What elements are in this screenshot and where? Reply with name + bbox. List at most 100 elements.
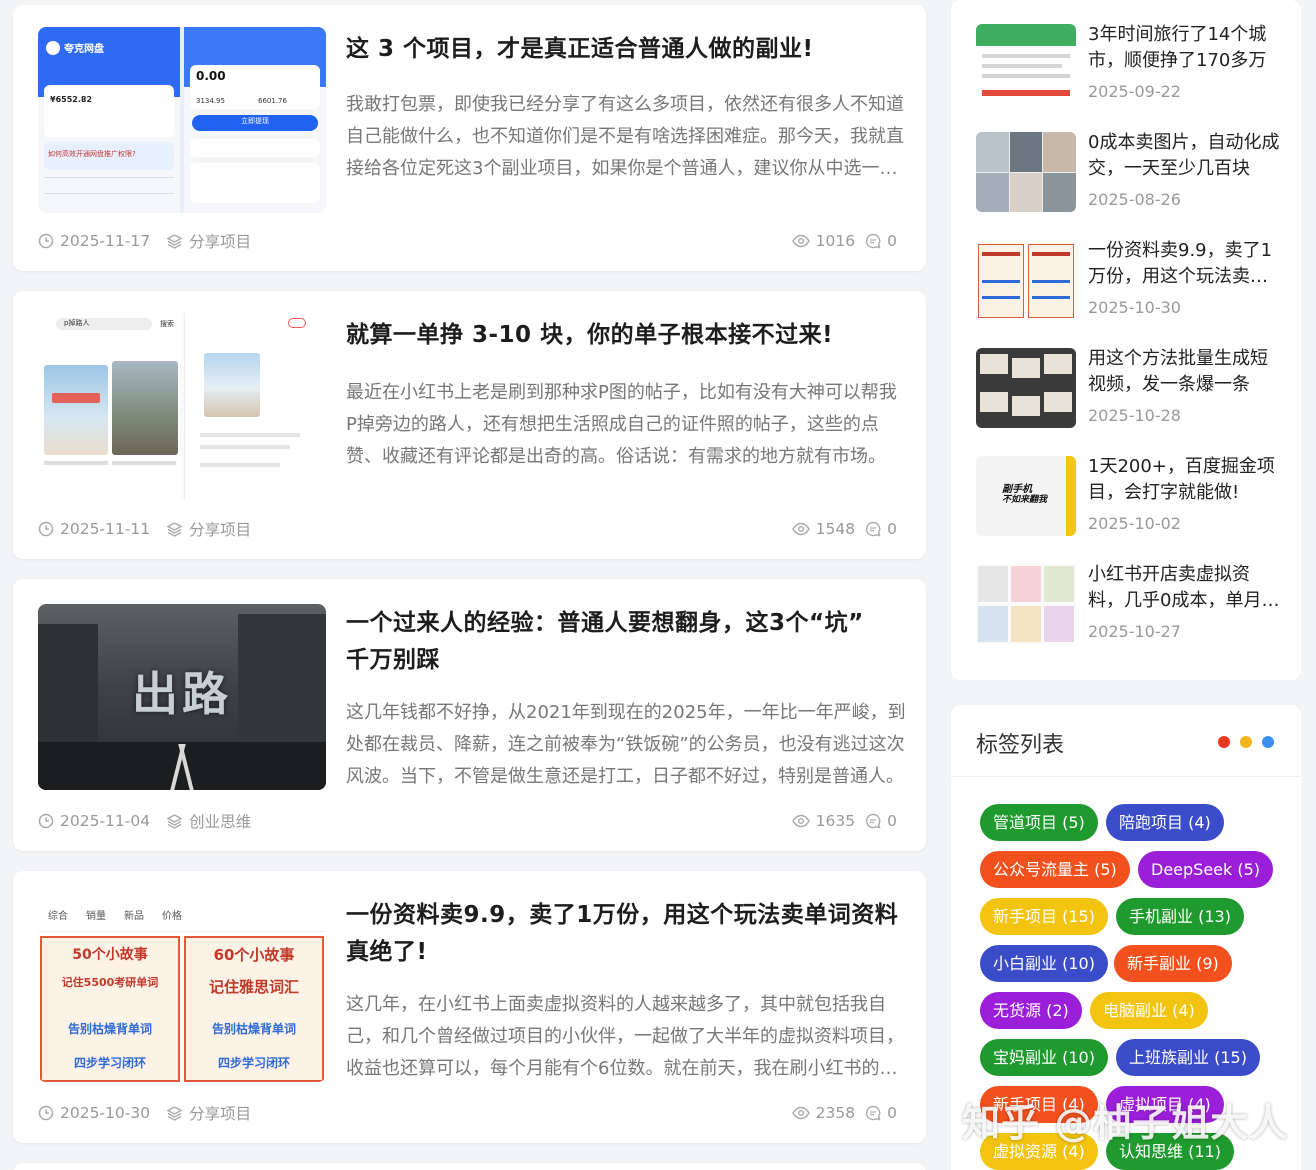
comment-icon [866, 521, 881, 537]
tag-pill[interactable]: 宝妈副业 (10) [980, 1039, 1108, 1076]
article-card[interactable]: 综合 销量 新品 价格 50个小故事 记住5500考研单词 告别枯燥背单词 四步… [13, 871, 926, 1143]
view-count: 1635 [815, 812, 856, 830]
tag-pill[interactable]: 手机副业 (13) [1116, 898, 1244, 935]
tag-pill[interactable]: 新手副业 (9) [1114, 945, 1232, 982]
thumb-tab: 价格 [162, 911, 182, 922]
dot-yellow [1240, 736, 1252, 748]
article-date: 2025-10-30 [60, 1104, 151, 1122]
sidebar-post-thumbnail[interactable] [976, 132, 1076, 212]
article-excerpt: 我敢打包票，即使我已经分享了有这么多项目，依然还有很多人不知道自己能做什么，也不… [346, 94, 904, 179]
article-meta: 2025-11-04 创业思维 1635 0 [38, 809, 901, 833]
sidebar-post[interactable]: 用这个方法批量生成短视频，发一条爆一条 2025-10-28 [976, 348, 1281, 430]
sidebar-post[interactable]: 副手机 不如来翻我 1天200+，百度掘金项目，会打字就能做! 2025-10-… [976, 456, 1281, 538]
layers-icon [166, 814, 183, 829]
article-title[interactable]: 一个过来人的经验：普通人要想翻身，这3个“坑” 千万别踩 [346, 605, 886, 679]
sidebar-post[interactable]: 小红书开店卖虚拟资料，几乎0成本，单月变现 2025-10-27 [976, 564, 1281, 646]
tag-pill[interactable]: 小白副业 (10) [980, 945, 1108, 982]
sidebar-post-date: 2025-09-22 [1088, 82, 1181, 101]
article-category[interactable]: 创业思维 [189, 810, 251, 832]
article-title[interactable]: 就算一单挣 3-10 块，你的单子根本接不过来! [346, 317, 906, 354]
thumb-line: 记住雅思词汇 [208, 978, 299, 996]
tag-pill[interactable]: DeepSeek (5) [1138, 851, 1274, 888]
sidebar-post-title[interactable]: 3年时间旅行了14个城市，顺便挣了170多万 [1088, 22, 1281, 74]
article-card[interactable] [13, 1163, 926, 1170]
thumb-banner: 如何高效开通网盘推广权限? [48, 150, 136, 158]
thumb-amount: ¥6552.82 [50, 95, 93, 104]
clock-icon [38, 521, 54, 537]
tag-pill[interactable]: 上班族副业 (15) [1116, 1039, 1260, 1076]
tag-pill[interactable]: 无货源 (2) [980, 992, 1082, 1029]
sidebar-post-date: 2025-10-27 [1088, 622, 1181, 641]
thumb-line: 60个小故事 [213, 946, 295, 964]
eye-icon [791, 814, 810, 828]
article-title[interactable]: 这 3 个项目，才是真正适合普通人做的副业! [346, 31, 906, 68]
thumb-line: 记住5500考研单词 [61, 976, 159, 989]
thumb-tab: 新品 [124, 911, 144, 922]
thumb-overlay-text: 出路 [132, 667, 232, 721]
article-card[interactable]: 夸克网盘 ¥6552.82 如何高效开通网盘推广权限? 0.00 3134.95… [13, 5, 926, 271]
comment-count: 0 [887, 812, 897, 830]
sidebar-post-thumbnail[interactable]: 副手机 不如来翻我 [976, 456, 1076, 536]
app-name: 夸克网盘 [64, 44, 104, 55]
layers-icon [166, 1106, 183, 1121]
sidebar-post-date: 2025-10-28 [1088, 406, 1181, 425]
sidebar-post-title[interactable]: 小红书开店卖虚拟资料，几乎0成本，单月变现 [1088, 562, 1281, 614]
tag-pill[interactable]: 管道项目 (5) [980, 804, 1098, 841]
sidebar-post-date: 2025-10-02 [1088, 514, 1181, 533]
clock-icon [38, 1105, 54, 1121]
view-count: 1016 [815, 232, 856, 250]
sidebar-post-date: 2025-08-26 [1088, 190, 1181, 209]
article-date: 2025-11-11 [60, 520, 151, 538]
sidebar-post-title[interactable]: 用这个方法批量生成短视频，发一条爆一条 [1088, 346, 1281, 398]
layers-icon [166, 522, 183, 537]
article-card[interactable]: p掉路人 搜索 就算一单挣 3-10 块，你的单子根本接不过来! 最近在小红书上… [13, 291, 926, 559]
sidebar-post[interactable]: 0成本卖图片，自动化成交，一天至少几百块 2025-08-26 [976, 132, 1281, 214]
sidebar-post-thumbnail[interactable] [976, 240, 1076, 320]
article-category[interactable]: 分享项目 [189, 518, 251, 540]
sidebar-post-title[interactable]: 0成本卖图片，自动化成交，一天至少几百块 [1088, 130, 1281, 182]
sidebar-post-thumbnail[interactable] [976, 564, 1076, 644]
sidebar-post-date: 2025-10-30 [1088, 298, 1181, 317]
thumb-line: 告别枯燥背单词 [67, 1022, 152, 1036]
clock-icon [38, 813, 54, 829]
sidebar-post-title[interactable]: 1天200+，百度掘金项目，会打字就能做! [1088, 454, 1281, 506]
thumb-line: 四步学习闭环 [73, 1056, 146, 1070]
view-count: 2358 [815, 1104, 856, 1122]
article-thumbnail[interactable]: 夸克网盘 ¥6552.82 如何高效开通网盘推广权限? 0.00 3134.95… [38, 27, 326, 213]
article-thumbnail[interactable]: 出路 [38, 604, 326, 790]
thumb-tab: 销量 [86, 911, 106, 922]
article-category[interactable]: 分享项目 [189, 230, 251, 252]
sidebar-thumb-text: 不如来翻我 [1002, 495, 1048, 505]
comment-count: 0 [887, 520, 897, 538]
sidebar-post-thumbnail[interactable] [976, 24, 1076, 104]
article-title[interactable]: 一份资料卖9.9，卖了1万份，用这个玩法卖单词资料真绝了! [346, 897, 906, 971]
comment-icon [866, 813, 881, 829]
sidebar-post[interactable]: 一份资料卖9.9，卖了1万份，用这个玩法卖单词资料真绝了 2025-10-30 [976, 240, 1281, 322]
article-meta: 2025-11-11 分享项目 1548 0 [38, 517, 901, 541]
thumb-stat-1: 3134.95 [196, 97, 225, 105]
sidebar-post[interactable]: 3年时间旅行了14个城市，顺便挣了170多万 2025-09-22 [976, 24, 1281, 106]
article-category[interactable]: 分享项目 [189, 1102, 251, 1124]
tag-pill[interactable]: 陪跑项目 (4) [1106, 804, 1224, 841]
article-thumbnail[interactable]: 综合 销量 新品 价格 50个小故事 记住5500考研单词 告别枯燥背单词 四步… [38, 896, 326, 1082]
article-thumbnail[interactable]: p掉路人 搜索 [38, 313, 326, 499]
thumb-balance: 0.00 [196, 69, 226, 83]
sidebar-post-title[interactable]: 一份资料卖9.9，卖了1万份，用这个玩法卖单词资料真绝了 [1088, 238, 1281, 290]
article-card[interactable]: 出路 一个过来人的经验：普通人要想翻身，这3个“坑” 千万别踩 这几年钱都不好挣… [13, 579, 926, 851]
tag-pill[interactable]: 公众号流量主 (5) [980, 851, 1130, 888]
thumb-button: 立即提现 [241, 117, 269, 125]
tag-pill[interactable]: 新手项目 (15) [980, 898, 1108, 935]
view-count: 1548 [815, 520, 856, 538]
layers-icon [166, 234, 183, 249]
eye-icon [791, 1106, 810, 1120]
article-excerpt: 这几年，在小红书上面卖虚拟资料的人越来越多了，其中就包括我自己，和几个曾经做过项… [346, 994, 904, 1079]
comment-count: 0 [887, 232, 897, 250]
watermark-text: 知乎 @柚子姐大人 [962, 1101, 1289, 1145]
clock-icon [38, 233, 54, 249]
thumb-stat-2: 6601.76 [258, 97, 287, 105]
eye-icon [791, 234, 810, 248]
tag-pill[interactable]: 电脑副业 (4) [1090, 992, 1208, 1029]
article-excerpt: 最近在小红书上老是刷到那种求P图的帖子，比如有没有大神可以帮我P掉旁边的路人，还… [346, 382, 897, 467]
sidebar-post-thumbnail[interactable] [976, 348, 1076, 428]
thumb-line: 告别枯燥背单词 [211, 1022, 296, 1036]
